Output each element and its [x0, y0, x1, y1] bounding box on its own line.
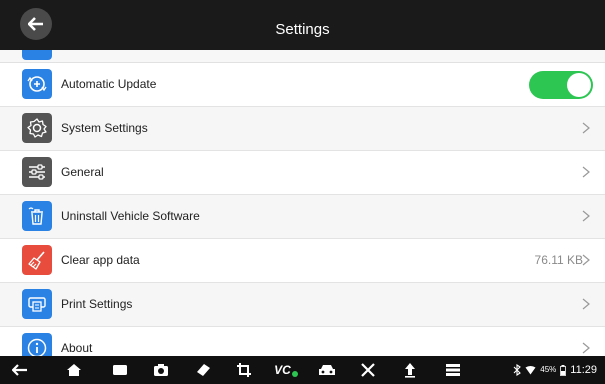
row-clear-app-data[interactable]: Clear app data 76.11 KB — [0, 239, 605, 283]
row-system-settings[interactable]: System Settings — [0, 107, 605, 151]
row-label: System Settings — [61, 121, 148, 135]
row-label: About — [61, 341, 93, 355]
chevron-right-icon — [579, 253, 593, 267]
vci-connected-dot — [291, 371, 298, 377]
back-icon[interactable] — [10, 360, 30, 380]
gear-icon — [22, 113, 52, 143]
cache-size-value: 76.11 KB — [534, 253, 583, 267]
wifi-icon — [525, 365, 536, 374]
row-print-settings[interactable]: Print Settings — [0, 283, 605, 327]
tools-icon[interactable] — [358, 360, 378, 380]
status-area: 45% 11:29 — [513, 356, 597, 384]
back-arrow-icon — [28, 17, 43, 31]
camera-icon[interactable] — [151, 360, 171, 380]
row-uninstall-vehicle-software[interactable]: Uninstall Vehicle Software — [0, 195, 605, 239]
chevron-right-icon — [579, 121, 593, 135]
row-general[interactable]: General — [0, 151, 605, 195]
back-button[interactable] — [20, 8, 52, 40]
vci-icon[interactable]: VC — [272, 360, 300, 380]
page-title: Settings — [275, 21, 330, 38]
menu-icon[interactable] — [443, 360, 463, 380]
chevron-right-icon — [579, 165, 593, 179]
sliders-icon — [22, 157, 52, 187]
partial-item-icon — [22, 50, 52, 60]
row-label: Clear app data — [61, 253, 140, 267]
update-icon — [22, 69, 52, 99]
clock: 11:29 — [570, 364, 597, 376]
title-bar: Settings — [0, 0, 605, 50]
home-icon[interactable] — [64, 360, 84, 380]
settings-list: Automatic Update System Settings General… — [0, 50, 605, 356]
system-navigation-bar: VC 45% 11:29 — [0, 356, 605, 384]
bluetooth-icon — [513, 364, 522, 376]
recent-apps-icon[interactable] — [110, 360, 130, 380]
row-about[interactable]: About — [0, 327, 605, 356]
row-label: General — [61, 165, 104, 179]
row-automatic-update[interactable]: Automatic Update — [0, 63, 605, 107]
chevron-right-icon — [579, 209, 593, 223]
eraser-icon[interactable] — [193, 360, 213, 380]
info-icon — [22, 333, 52, 356]
battery-percentage: 45% — [540, 365, 557, 374]
chevron-right-icon — [579, 297, 593, 311]
printer-icon — [22, 289, 52, 319]
row-label: Automatic Update — [61, 77, 157, 91]
battery-icon — [560, 364, 567, 376]
app-frame: Settings Automatic Update System Setting… — [0, 0, 605, 384]
vci-label: VC — [274, 363, 291, 377]
row-label: Uninstall Vehicle Software — [61, 209, 200, 223]
partial-list-item — [0, 50, 605, 63]
upload-icon[interactable] — [400, 360, 420, 380]
car-icon[interactable] — [317, 360, 337, 380]
broom-icon — [22, 245, 52, 275]
row-label: Print Settings — [61, 297, 133, 311]
toggle-knob — [567, 73, 591, 97]
trash-icon — [22, 201, 52, 231]
crop-icon[interactable] — [234, 360, 254, 380]
automatic-update-toggle[interactable] — [529, 71, 593, 99]
chevron-right-icon — [579, 341, 593, 355]
